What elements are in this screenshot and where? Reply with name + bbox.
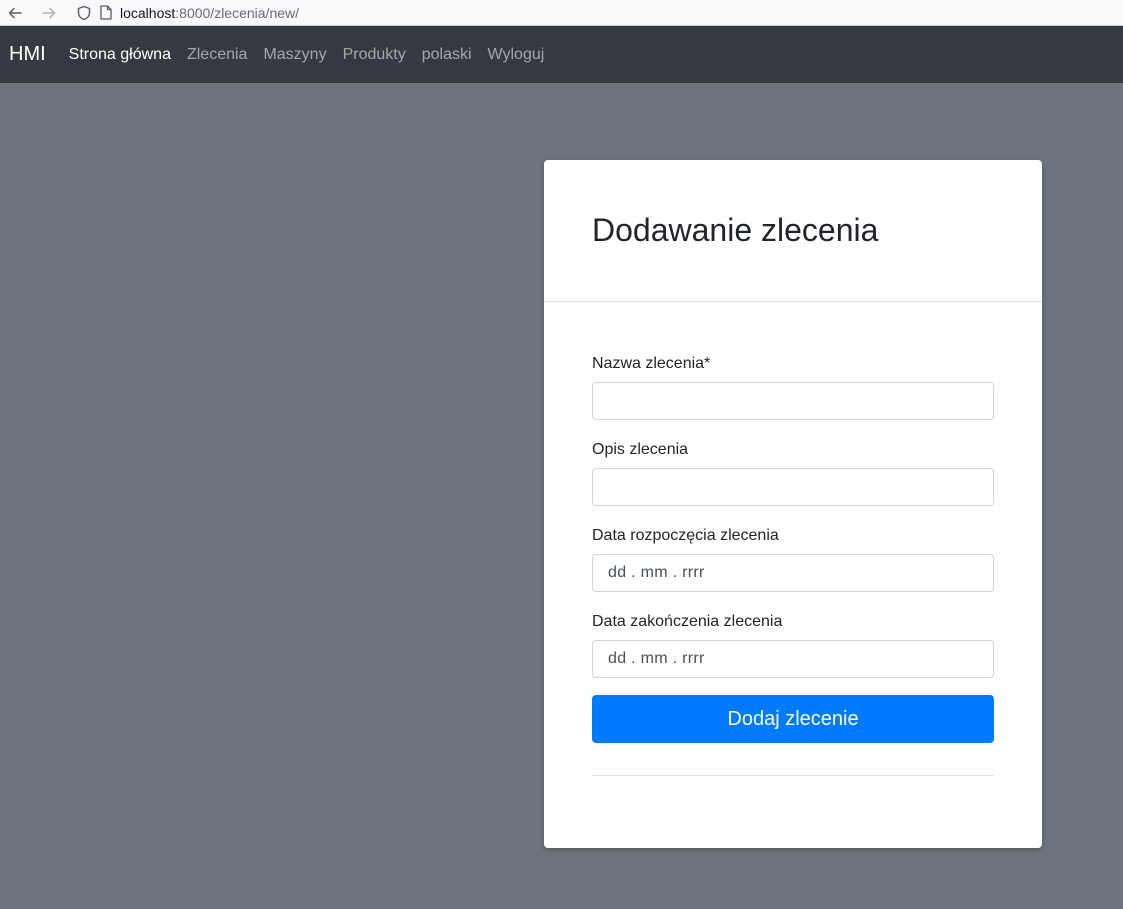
- url-path: :8000/zlecenia/new/: [175, 4, 300, 21]
- nav-link-products[interactable]: Produkty: [343, 46, 406, 64]
- end-date-input[interactable]: dd . mm . rrrr: [592, 640, 994, 678]
- nav-link-orders[interactable]: Zlecenia: [187, 46, 247, 64]
- order-name-label: Nazwa zlecenia*: [592, 355, 711, 372]
- back-arrow-icon[interactable]: [6, 4, 24, 22]
- forward-arrow-icon[interactable]: [40, 4, 58, 22]
- shield-icon[interactable]: [76, 5, 92, 21]
- order-description-input[interactable]: [592, 468, 994, 506]
- end-date-placeholder: dd . mm . rrrr: [608, 650, 705, 667]
- top-navbar: HMI Strona główna Zlecenia Maszyny Produ…: [0, 26, 1123, 83]
- page-icon: [100, 5, 112, 20]
- card-header: Dodawanie zlecenia: [544, 160, 1042, 302]
- url-host: localhost: [120, 4, 176, 21]
- nav-link-logout[interactable]: Wyloguj: [488, 46, 545, 64]
- nav-link-user[interactable]: polaski: [422, 46, 472, 64]
- start-date-label: Data rozpoczęcia zlecenia: [592, 527, 779, 544]
- page-title: Dodawanie zlecenia: [592, 212, 879, 248]
- form-divider: [592, 775, 994, 776]
- add-order-button[interactable]: Dodaj zlecenie: [592, 695, 994, 743]
- end-date-label: Data zakończenia zlecenia: [592, 613, 783, 630]
- browser-address-bar: localhost:8000/zlecenia/new/: [0, 0, 1123, 26]
- brand-logo[interactable]: HMI: [9, 43, 46, 66]
- order-description-label: Opis zlecenia: [592, 441, 689, 458]
- start-date-placeholder: dd . mm . rrrr: [608, 564, 705, 581]
- start-date-input[interactable]: dd . mm . rrrr: [592, 554, 994, 592]
- nav-link-home[interactable]: Strona główna: [69, 46, 171, 64]
- url-text[interactable]: localhost:8000/zlecenia/new/: [120, 5, 299, 21]
- order-name-input[interactable]: [592, 382, 994, 420]
- add-order-card: Dodawanie zlecenia Nazwa zlecenia* Opis …: [544, 160, 1042, 848]
- nav-link-machines[interactable]: Maszyny: [263, 46, 326, 64]
